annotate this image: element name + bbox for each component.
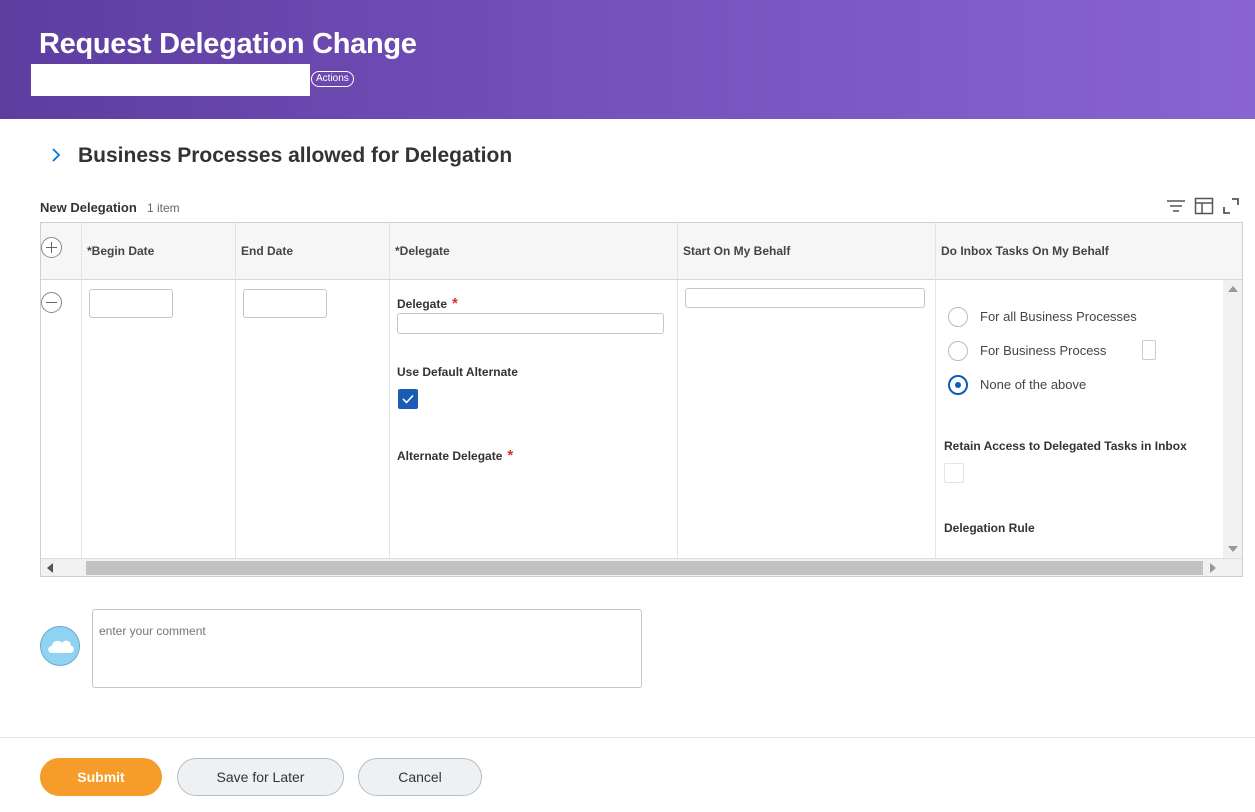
- column-divider: [389, 223, 390, 558]
- radio-label-business-process: For Business Process: [980, 343, 1107, 358]
- delegation-rule-label: Delegation Rule: [944, 521, 1035, 535]
- subject-name-field: [31, 64, 310, 96]
- delegation-grid: *Begin Date End Date *Delegate Start On …: [40, 222, 1243, 577]
- checkmark-icon: [402, 394, 414, 404]
- scroll-left-icon[interactable]: [47, 563, 53, 573]
- column-header-end-date[interactable]: End Date: [241, 244, 293, 258]
- column-divider: [235, 223, 236, 558]
- actions-button[interactable]: Actions: [311, 71, 354, 87]
- radio-label-none: None of the above: [980, 377, 1087, 392]
- use-default-alternate-checkbox[interactable]: [398, 389, 418, 409]
- retain-access-checkbox[interactable]: [944, 463, 964, 483]
- section-title: Business Processes allowed for Delegatio…: [78, 144, 513, 167]
- delegate-label: Delegate *: [397, 295, 458, 312]
- submit-button[interactable]: Submit: [40, 758, 162, 796]
- grid-item-count: 1 item: [147, 201, 180, 215]
- required-asterisk: *: [507, 447, 514, 464]
- radio-none-of-the-above[interactable]: [948, 375, 968, 395]
- footer-divider: [0, 737, 1255, 738]
- grid-header-row: *Begin Date End Date *Delegate Start On …: [41, 223, 1242, 280]
- chevron-right-icon[interactable]: [50, 146, 70, 167]
- add-row-icon[interactable]: [41, 237, 62, 258]
- scroll-down-icon[interactable]: [1228, 546, 1238, 552]
- delegate-input[interactable]: [397, 313, 664, 334]
- column-layout-icon[interactable]: [1194, 197, 1214, 215]
- fullscreen-icon[interactable]: [1222, 197, 1240, 215]
- column-divider: [935, 223, 936, 558]
- column-header-inbox-tasks[interactable]: Do Inbox Tasks On My Behalf: [941, 244, 1109, 258]
- page-header: Request Delegation Change Actions: [0, 0, 1255, 119]
- alternate-delegate-label: Alternate Delegate *: [397, 447, 514, 464]
- radio-label-all: For all Business Processes: [980, 309, 1137, 324]
- column-divider: [677, 223, 678, 558]
- filter-icon[interactable]: [1166, 197, 1186, 215]
- remove-row-icon[interactable]: [41, 292, 62, 313]
- avatar: [40, 626, 80, 666]
- retain-access-label: Retain Access to Delegated Tasks in Inbo…: [944, 439, 1187, 453]
- cloud-icon: [48, 640, 74, 653]
- end-date-input[interactable]: [243, 289, 327, 318]
- grid-toolbar: [1166, 197, 1240, 215]
- save-for-later-button[interactable]: Save for Later: [177, 758, 344, 796]
- start-on-behalf-input[interactable]: [685, 288, 925, 308]
- scroll-up-icon[interactable]: [1228, 286, 1238, 292]
- cancel-button[interactable]: Cancel: [358, 758, 482, 796]
- column-header-delegate[interactable]: *Delegate: [395, 244, 450, 258]
- comment-input[interactable]: [92, 609, 642, 688]
- scroll-right-icon[interactable]: [1210, 563, 1216, 573]
- horizontal-scroll-thumb[interactable]: [86, 561, 1203, 575]
- radio-all-business-processes[interactable]: [948, 307, 968, 327]
- required-asterisk: *: [452, 295, 458, 312]
- grid-title: New Delegation: [40, 200, 137, 215]
- radio-business-process[interactable]: [948, 341, 968, 361]
- page-title: Request Delegation Change: [39, 28, 417, 60]
- begin-date-input[interactable]: [89, 289, 173, 318]
- vertical-scrollbar[interactable]: [1223, 280, 1242, 558]
- column-divider: [81, 223, 82, 558]
- business-process-prompt[interactable]: [1142, 340, 1156, 360]
- horizontal-scrollbar[interactable]: [41, 558, 1242, 576]
- use-default-alternate-label: Use Default Alternate: [397, 365, 518, 379]
- column-header-start-on-behalf[interactable]: Start On My Behalf: [683, 244, 790, 258]
- section-business-processes[interactable]: Business Processes allowed for Delegatio…: [50, 143, 512, 169]
- column-header-begin-date[interactable]: *Begin Date: [87, 244, 154, 258]
